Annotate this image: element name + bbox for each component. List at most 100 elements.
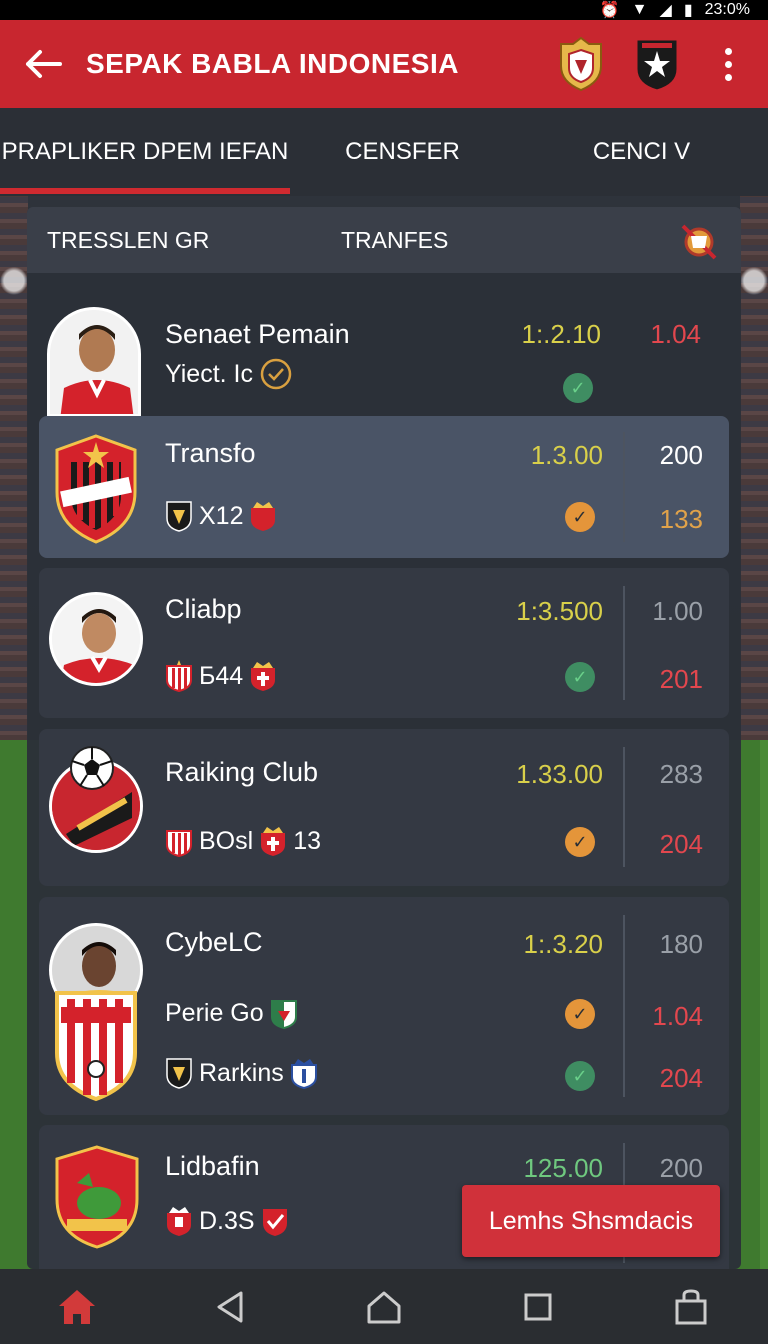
row-sub-label: Yiect. Ic [165,359,253,388]
row-sub-label: X12 [199,501,244,530]
back-triangle-icon [217,1291,243,1322]
list-item[interactable]: Cliabp Б44 1:3.500 1.00 ✓ 201 [39,568,729,718]
filter-option-tresslen[interactable]: TRESSLEN GR [47,227,341,254]
club-badge-icon [251,662,276,691]
more-vertical-icon [724,45,732,84]
arrow-left-icon [26,50,62,78]
row-value-top: 283 [659,759,703,789]
row-sub-2: Rarkins [165,1057,318,1089]
recents-square-icon [524,1293,552,1320]
club-badge-icon [251,502,276,531]
player-avatar [47,307,141,417]
check-icon[interactable]: ✓ [565,502,595,532]
row-sub: D.3S [165,1205,289,1237]
row-value-top: 200 [659,440,703,470]
row-value-bottom: 204 [659,1063,703,1093]
bottom-navigation [0,1269,768,1344]
row-name: Lidbafin [165,1151,260,1181]
status-bar: ⏰ ▼ ◢ ▮ 23:0% [0,0,768,20]
nav-home-outline[interactable] [354,1277,414,1337]
club-badge-icon [166,501,192,532]
row-sub-label: Б44 [199,661,244,690]
club-crest-icon [55,1145,139,1249]
club-badge-icon [167,1207,191,1236]
trophy-icon[interactable] [677,218,721,262]
shield-check-icon [262,1209,287,1236]
row-value-top: 180 [659,929,703,959]
nav-recents[interactable] [508,1277,568,1337]
row-sub: X12 [165,500,277,532]
row-odd: 1.3.00 [530,440,603,470]
row-name: Cliabp [165,594,242,624]
football-icon [70,746,114,790]
row-name: Raiking Club [165,757,319,787]
more-options-button[interactable] [708,20,748,108]
check-icon[interactable]: ✓ [565,662,595,692]
row-odd: 1:.2.10 [521,319,601,349]
row-sub: BOsl 13 [165,825,321,857]
row-name: CybeLC [165,927,263,957]
row-value-bottom: 201 [659,664,703,694]
app-title: SEPAK BABLA INDONESIA [86,48,459,79]
row-name: Senaet Pemain [165,319,350,349]
tab-cenciv[interactable]: CENCI V [515,108,768,196]
check-icon[interactable]: ✓ [565,999,595,1029]
cta-button[interactable]: Lemhs Shsmdacis [462,1185,720,1257]
club-crest-icon [55,991,137,1102]
club-crest-icon [55,434,137,544]
row-value-bottom: 204 [659,829,703,859]
tab-praplike[interactable]: PRAPLIKER DPEM IEFAN [0,108,290,196]
nav-home[interactable] [47,1277,107,1337]
row-value-mid: 1.04 [652,1001,703,1031]
club-badge-icon [166,1058,192,1089]
row-odd: 1:3.500 [516,596,603,626]
row-value-top: 200 [659,1153,703,1183]
check-icon[interactable]: ✓ [563,373,593,403]
club-crest-icon[interactable] [556,35,606,93]
row-sub: Perie Go [165,997,298,1029]
row-name: Transfo [165,438,256,468]
list-item[interactable]: Senaet Pemain Yiect. Ic 1:.2.10 1.04 ✓ [27,299,741,417]
transfer-list-panel: TRESSLEN GR TRANFES Senaet Pemain Yiect.… [27,207,741,1269]
check-icon[interactable]: ✓ [565,827,595,857]
verified-check-icon [260,358,292,390]
signal-icon: ◢ [659,2,672,19]
app-bar: SEPAK BABLA INDONESIA [0,20,768,108]
club-badge-icon [261,827,286,856]
tab-bar: PRAPLIKER DPEM IEFAN CENSFER CENCI V [0,108,768,196]
player-avatar [49,592,143,686]
federation-crest-icon[interactable] [632,35,682,93]
row-sub: Б44 [165,660,277,692]
tab-label: CENSFER [345,138,460,165]
alarm-icon: ⏰ [599,2,620,19]
filter-bar: TRESSLEN GR TRANFES [27,207,741,273]
row-sub-label: Perie Go [165,998,264,1027]
row-sub: Yiect. Ic [165,357,293,391]
row-value-top: 1.00 [652,596,703,626]
list-item-selected[interactable]: Transfo X12 1.3.00 200 ✓ 133 [39,416,729,558]
home-outline-icon [367,1291,401,1323]
nav-back[interactable] [200,1277,260,1337]
tab-label: CENCI V [592,138,691,165]
back-button[interactable] [0,20,86,108]
battery-icon: ▮ [683,2,693,19]
filter-option-tranfes[interactable]: TRANFES [341,227,677,254]
tab-censfer[interactable]: CENSFER [290,108,515,196]
club-badge-icon [290,1059,317,1089]
row-value-bottom: 133 [659,504,703,534]
home-icon [58,1289,95,1324]
row-sub-label: BOsl [199,826,254,855]
row-sub-extra: 13 [293,826,321,855]
tab-label: PRAPLIKER DPEM IEFAN [1,138,289,165]
bag-icon [675,1288,707,1324]
nav-bag[interactable] [661,1277,721,1337]
list-item[interactable]: CybeLC Perie Go Rarkins 1:.3.20 180 ✓ 1.… [39,897,729,1115]
row-odd: 1.33.00 [516,759,603,789]
row-sub-label: D.3S [199,1206,255,1235]
club-badge-icon [166,830,192,857]
check-icon[interactable]: ✓ [565,1061,595,1091]
club-badge-icon [166,660,192,692]
row-value-top: 1.04 [650,319,701,349]
row-odd: 1:.3.20 [523,929,603,959]
list-item[interactable]: Raiking Club BOsl 13 1.33.00 283 ✓ 204 [39,729,729,886]
